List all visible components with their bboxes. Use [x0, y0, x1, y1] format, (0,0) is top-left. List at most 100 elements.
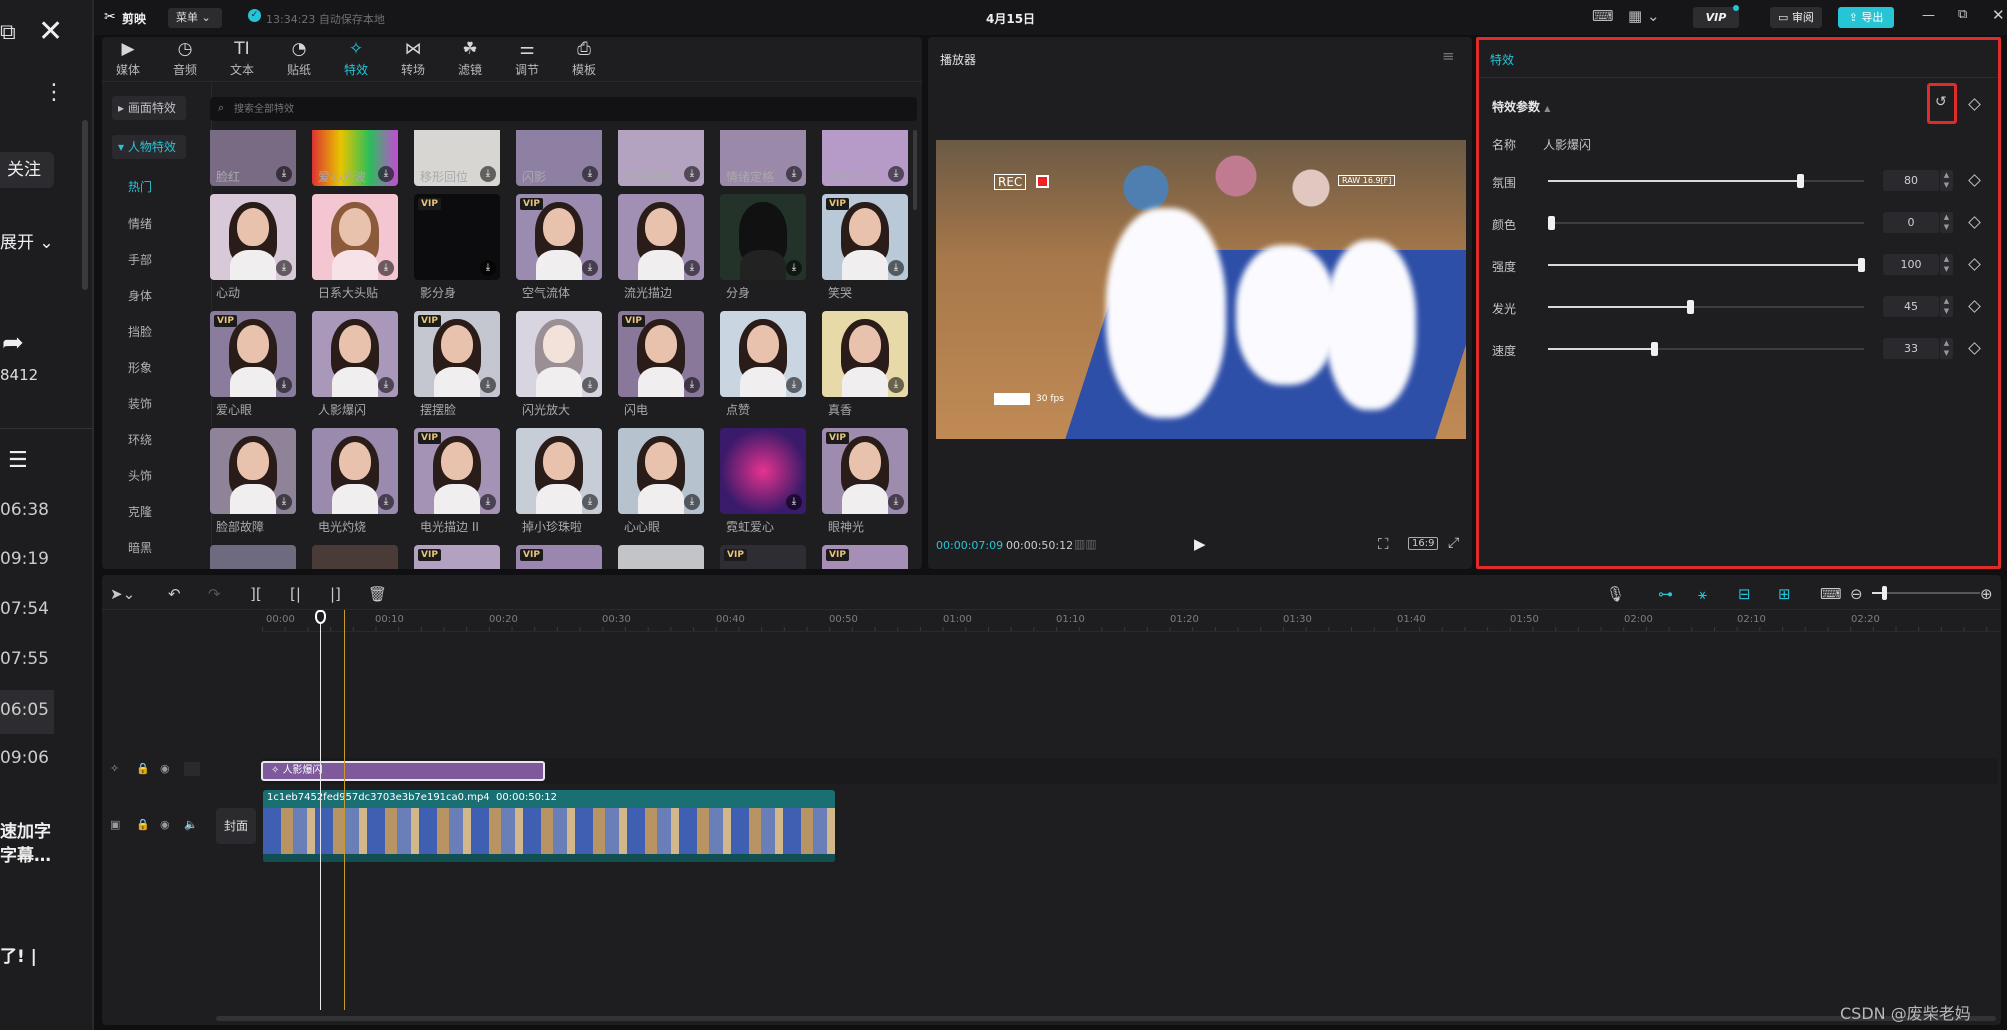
close-icon[interactable]: ✕: [38, 14, 63, 49]
minimize-icon[interactable]: —: [1922, 8, 1935, 23]
category-headwear[interactable]: 头饰: [128, 467, 152, 484]
link-icon[interactable]: ⚹: [1698, 585, 1707, 603]
undo-icon[interactable]: ↶: [168, 585, 181, 603]
lock-icon[interactable]: 🔒: [136, 818, 150, 831]
cover-button[interactable]: 封面: [216, 808, 256, 844]
review-button[interactable]: ▭ 审阅: [1770, 7, 1822, 28]
tool-adjust[interactable]: ⚌ 调节: [502, 40, 552, 78]
category-image[interactable]: 形象: [128, 359, 152, 376]
download-icon[interactable]: ⤓: [378, 166, 394, 182]
param-slider[interactable]: [1548, 216, 1864, 230]
param-value[interactable]: 0: [1883, 212, 1939, 233]
split-icon[interactable]: ][: [250, 585, 262, 603]
search-input[interactable]: [234, 100, 834, 118]
download-icon[interactable]: ⤓: [378, 260, 394, 276]
shortcut-icon[interactable]: ⌨: [1592, 7, 1614, 25]
effect-clip[interactable]: ✧ 人影爆闪: [261, 761, 545, 781]
category-group-screen[interactable]: ▸ 画面特效: [112, 96, 186, 120]
param-slider[interactable]: [1548, 300, 1864, 314]
download-icon[interactable]: ⤓: [888, 377, 904, 393]
download-icon[interactable]: ⤓: [276, 494, 292, 510]
param-slider[interactable]: [1548, 174, 1864, 188]
download-icon[interactable]: ⤓: [684, 494, 700, 510]
category-clone[interactable]: 克隆: [128, 503, 152, 520]
category-block-face[interactable]: 挡脸: [128, 323, 152, 340]
slider-knob[interactable]: [1797, 174, 1804, 188]
download-icon[interactable]: ⤓: [582, 166, 598, 182]
reset-icon[interactable]: ↺: [1935, 94, 1947, 110]
download-icon[interactable]: ⤓: [276, 260, 292, 276]
param-value[interactable]: 45: [1883, 296, 1939, 317]
effect-tile[interactable]: ⤓: [516, 311, 602, 397]
effect-search-box[interactable]: ⌕: [210, 97, 917, 121]
slider-knob[interactable]: [1651, 342, 1658, 356]
category-emotion[interactable]: 情绪: [128, 215, 152, 232]
microphone-icon[interactable]: 🎙: [1606, 585, 1625, 603]
download-icon[interactable]: ⤓: [276, 377, 292, 393]
effect-tile[interactable]: VIP ⤓: [516, 194, 602, 280]
tool-transition[interactable]: ⋈ 转场: [388, 40, 438, 78]
stepper-icon[interactable]: ▲ ▼: [1940, 296, 1953, 317]
category-decor[interactable]: 装饰: [128, 395, 152, 412]
download-icon[interactable]: ⤓: [582, 377, 598, 393]
zoom-out-icon[interactable]: ⊖: [1850, 585, 1863, 603]
effect-tile[interactable]: VIP ⤓: [210, 311, 296, 397]
stepper-icon[interactable]: ▲ ▼: [1940, 212, 1953, 233]
category-body[interactable]: 身体: [128, 287, 152, 304]
param-value[interactable]: 33: [1883, 338, 1939, 359]
tool-media[interactable]: ▶ 媒体: [103, 40, 153, 78]
menu-dropdown[interactable]: 菜单 ⌄: [168, 8, 222, 28]
snap-icon[interactable]: ⊶: [1658, 585, 1673, 603]
download-icon[interactable]: ⤓: [480, 494, 496, 510]
playhead[interactable]: [320, 610, 321, 1010]
export-button[interactable]: ⇪ 导出: [1838, 7, 1894, 28]
param-value[interactable]: 80: [1883, 170, 1939, 191]
effect-tile[interactable]: ⤓: [210, 194, 296, 280]
lock-icon[interactable]: 🔒: [136, 762, 150, 775]
timeline-scrollbar[interactable]: [216, 1016, 1996, 1021]
effect-tile[interactable]: VIP ⤓: [618, 311, 704, 397]
download-icon[interactable]: ⤓: [786, 260, 802, 276]
eye-icon[interactable]: ◉: [160, 818, 170, 831]
list-icon[interactable]: ☰: [8, 448, 28, 473]
speaker-icon[interactable]: 🔈: [184, 818, 198, 831]
download-icon[interactable]: ⤓: [480, 260, 496, 276]
slider-knob[interactable]: [1858, 258, 1865, 272]
zoom-in-icon[interactable]: ⊕: [1980, 585, 1993, 603]
tool-audio[interactable]: ◷ 音频: [160, 40, 210, 78]
play-icon[interactable]: ▶: [1194, 535, 1206, 553]
restore-icon[interactable]: ⧉: [0, 20, 16, 45]
download-icon[interactable]: ⤓: [480, 377, 496, 393]
download-icon[interactable]: ⤓: [684, 166, 700, 182]
effect-tile[interactable]: ⤓: [720, 428, 806, 514]
tool-template[interactable]: ⎙ 模板: [559, 40, 609, 78]
slider-knob[interactable]: [1548, 216, 1555, 230]
effect-tile[interactable]: ⤓: [516, 428, 602, 514]
download-icon[interactable]: ⤓: [276, 166, 292, 182]
maximize-icon[interactable]: ⧉: [1958, 7, 1967, 22]
align-icon[interactable]: ⊞: [1778, 585, 1791, 603]
effect-tile[interactable]: ⤓: [312, 194, 398, 280]
stepper-icon[interactable]: ▲ ▼: [1940, 254, 1953, 275]
effect-tile[interactable]: VIP ⤓: [822, 428, 908, 514]
screenshot-icon[interactable]: ⛶: [1378, 535, 1389, 553]
param-slider[interactable]: [1548, 258, 1865, 272]
player-menu-icon[interactable]: ≡: [1442, 47, 1455, 65]
video-clip[interactable]: 1c1eb7452fed957dc3703e3b7e191ca0.mp4 00:…: [263, 790, 835, 862]
effect-tile[interactable]: VIP ⤓: [414, 311, 500, 397]
eye-icon[interactable]: ◉: [160, 762, 170, 775]
category-group-person[interactable]: ▾ 人物特效: [112, 135, 186, 159]
zoom-slider[interactable]: [1872, 586, 1980, 600]
slider-knob[interactable]: [1687, 300, 1694, 314]
effect-tile[interactable]: ⤓: [312, 428, 398, 514]
effect-tile[interactable]: [312, 545, 398, 569]
effect-tile[interactable]: VIP: [516, 545, 602, 569]
category-hot[interactable]: 热门: [128, 178, 152, 195]
effect-tile[interactable]: VIP: [720, 545, 806, 569]
download-icon[interactable]: ⤓: [888, 166, 904, 182]
section-title[interactable]: 特效参数 ▲: [1492, 98, 1550, 115]
more-icon[interactable]: ⋮: [43, 80, 65, 105]
effect-tile[interactable]: VIP: [414, 545, 500, 569]
download-icon[interactable]: ⤓: [582, 260, 598, 276]
ratio-button[interactable]: 16:9: [1408, 537, 1439, 550]
